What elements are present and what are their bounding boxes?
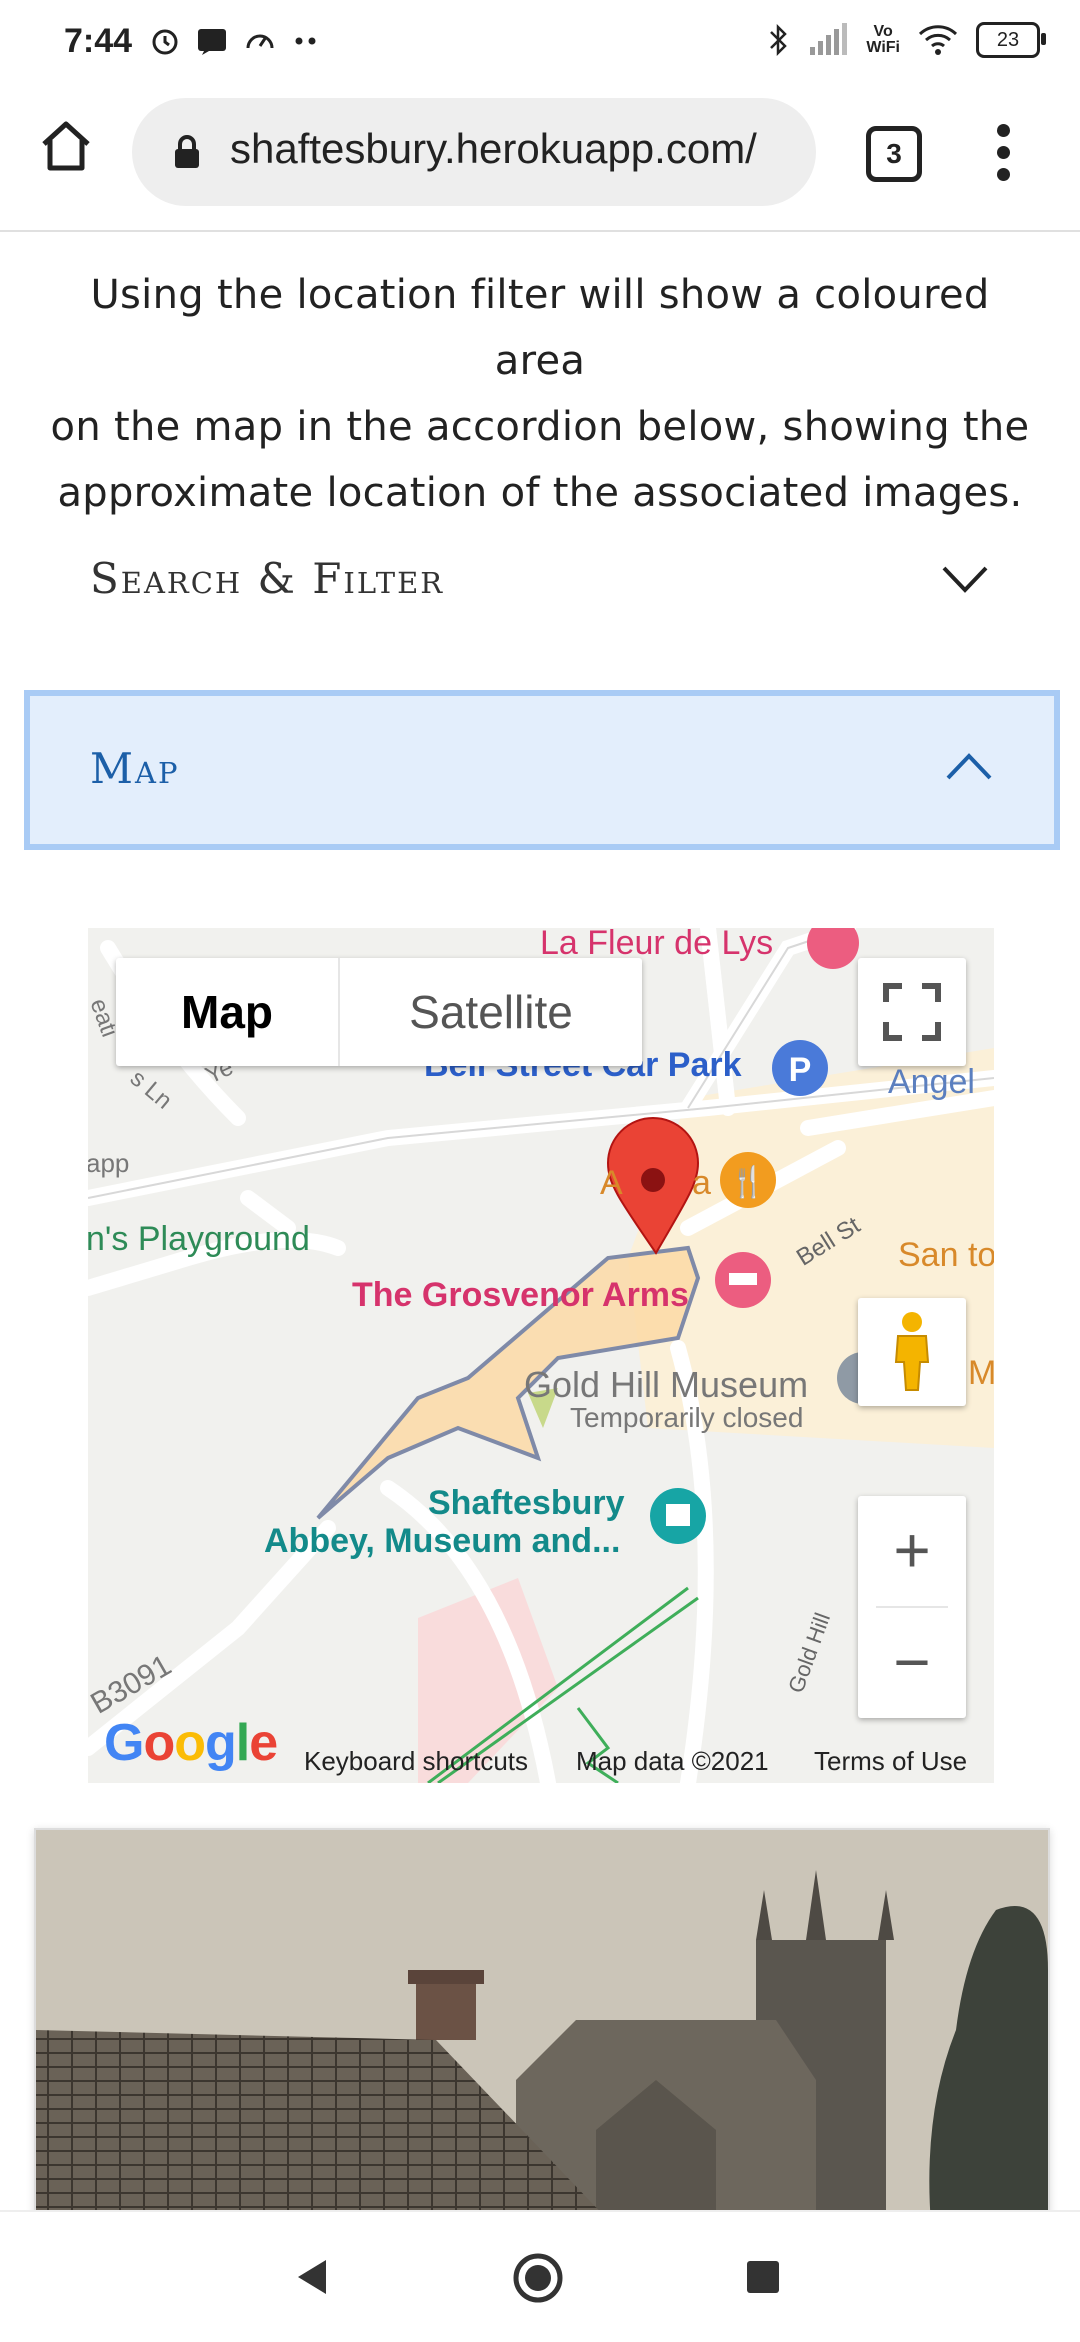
svg-text:P: P [789, 1051, 812, 1089]
vowifi-line2: WiFi [866, 39, 900, 56]
svg-text:🍴: 🍴 [729, 1164, 766, 1200]
map-label-gold-hill-museum[interactable]: Gold Hill Museum [524, 1364, 808, 1406]
system-navigation-bar [0, 2210, 1080, 2342]
accordion-search-filter[interactable]: Search & Filter [24, 520, 1056, 640]
map-label-m-partial: M [968, 1354, 994, 1392]
status-time: 7:44 [64, 22, 133, 60]
battery-indicator: 23 [976, 22, 1046, 58]
google-logo: Google [104, 1714, 278, 1772]
map-data-attribution: Map data ©2021 [576, 1746, 769, 1776]
google-map[interactable]: 🍴 P La Fleur de Lys Bell Street Car Park… [88, 928, 994, 1783]
map-label-temporarily-closed: Temporarily closed [570, 1402, 804, 1433]
map-type-toggle: Map Satellite [116, 958, 642, 1066]
status-bar: 7:44 Vo WiFi 23 [0, 0, 1080, 88]
zoom-in-button[interactable]: + [858, 1496, 966, 1604]
fullscreen-icon [883, 983, 941, 1041]
tab-count: 3 [886, 138, 902, 169]
map-label-playground[interactable]: n's Playground [88, 1220, 310, 1259]
fullscreen-button[interactable] [858, 958, 966, 1066]
wifi-icon [918, 25, 958, 55]
historic-photo[interactable] [36, 1830, 1048, 2270]
status-icons-left [150, 26, 320, 56]
status-icons-right: Vo WiFi 23 [766, 22, 1046, 58]
bluetooth-icon [770, 23, 788, 57]
webtoon-icon [198, 29, 226, 55]
terms-of-use-link[interactable]: Terms of Use [814, 1746, 967, 1777]
browser-toolbar: shaftesbury.herokuapp.com/ 3 [0, 88, 1080, 232]
image-card[interactable] [34, 1828, 1050, 2272]
intro-line: on the map in the accordion below, showi… [50, 404, 1030, 450]
recents-icon[interactable] [744, 2258, 782, 2296]
intro-paragraph: Using the location filter will show a co… [40, 262, 1040, 526]
map-type-map-button[interactable]: Map [116, 958, 340, 1066]
map-label-app: app [88, 1148, 130, 1178]
keyboard-shortcuts-link[interactable]: Keyboard shortcuts [304, 1746, 528, 1777]
intro-line: approximate location of the associated i… [57, 470, 1023, 516]
home-circle-icon[interactable] [512, 2252, 564, 2304]
address-bar[interactable]: shaftesbury.herokuapp.com/ [132, 98, 816, 206]
map-accordion-label: Map [90, 744, 180, 793]
chevron-up-icon [946, 753, 992, 780]
chevron-down-icon [942, 566, 988, 593]
speedometer-icon [246, 34, 274, 49]
map-label-grosvenor[interactable]: The Grosvenor Arms [352, 1276, 689, 1315]
search-filter-label: Search & Filter [90, 554, 445, 603]
alarm-icon [152, 29, 178, 55]
accordion-map[interactable]: Map [24, 690, 1060, 850]
zoom-controls: + − [858, 1496, 966, 1718]
map-label-angel[interactable]: Angel [888, 1063, 975, 1102]
battery-level: 23 [996, 28, 1020, 51]
map-type-satellite-button[interactable]: Satellite [340, 958, 642, 1066]
more-notifications-icon [295, 37, 316, 45]
url-text: shaftesbury.herokuapp.com/ [230, 125, 757, 172]
map-label-abbey-line1[interactable]: Shaftesbury [428, 1484, 625, 1523]
lock-icon [175, 135, 199, 168]
map-label-abbey-line2[interactable]: Abbey, Museum and... [264, 1522, 620, 1561]
pegman-icon [894, 1312, 930, 1391]
vowifi-line1: Vo [873, 23, 893, 40]
intro-line: Using the location filter will show a co… [90, 272, 990, 384]
tab-switcher-button[interactable]: 3 [866, 126, 922, 182]
map-label-a-partial: A [600, 1164, 623, 1202]
overflow-menu-button[interactable] [986, 124, 1020, 184]
home-icon[interactable] [36, 116, 96, 176]
signal-icon [810, 23, 848, 55]
back-icon[interactable] [290, 2254, 336, 2300]
vowifi-indicator: Vo WiFi [866, 24, 900, 56]
map-label-a-partial2: a [692, 1164, 711, 1202]
street-view-button[interactable] [858, 1298, 966, 1406]
map-label-san: San to [898, 1236, 994, 1274]
zoom-out-button[interactable]: − [858, 1608, 966, 1716]
